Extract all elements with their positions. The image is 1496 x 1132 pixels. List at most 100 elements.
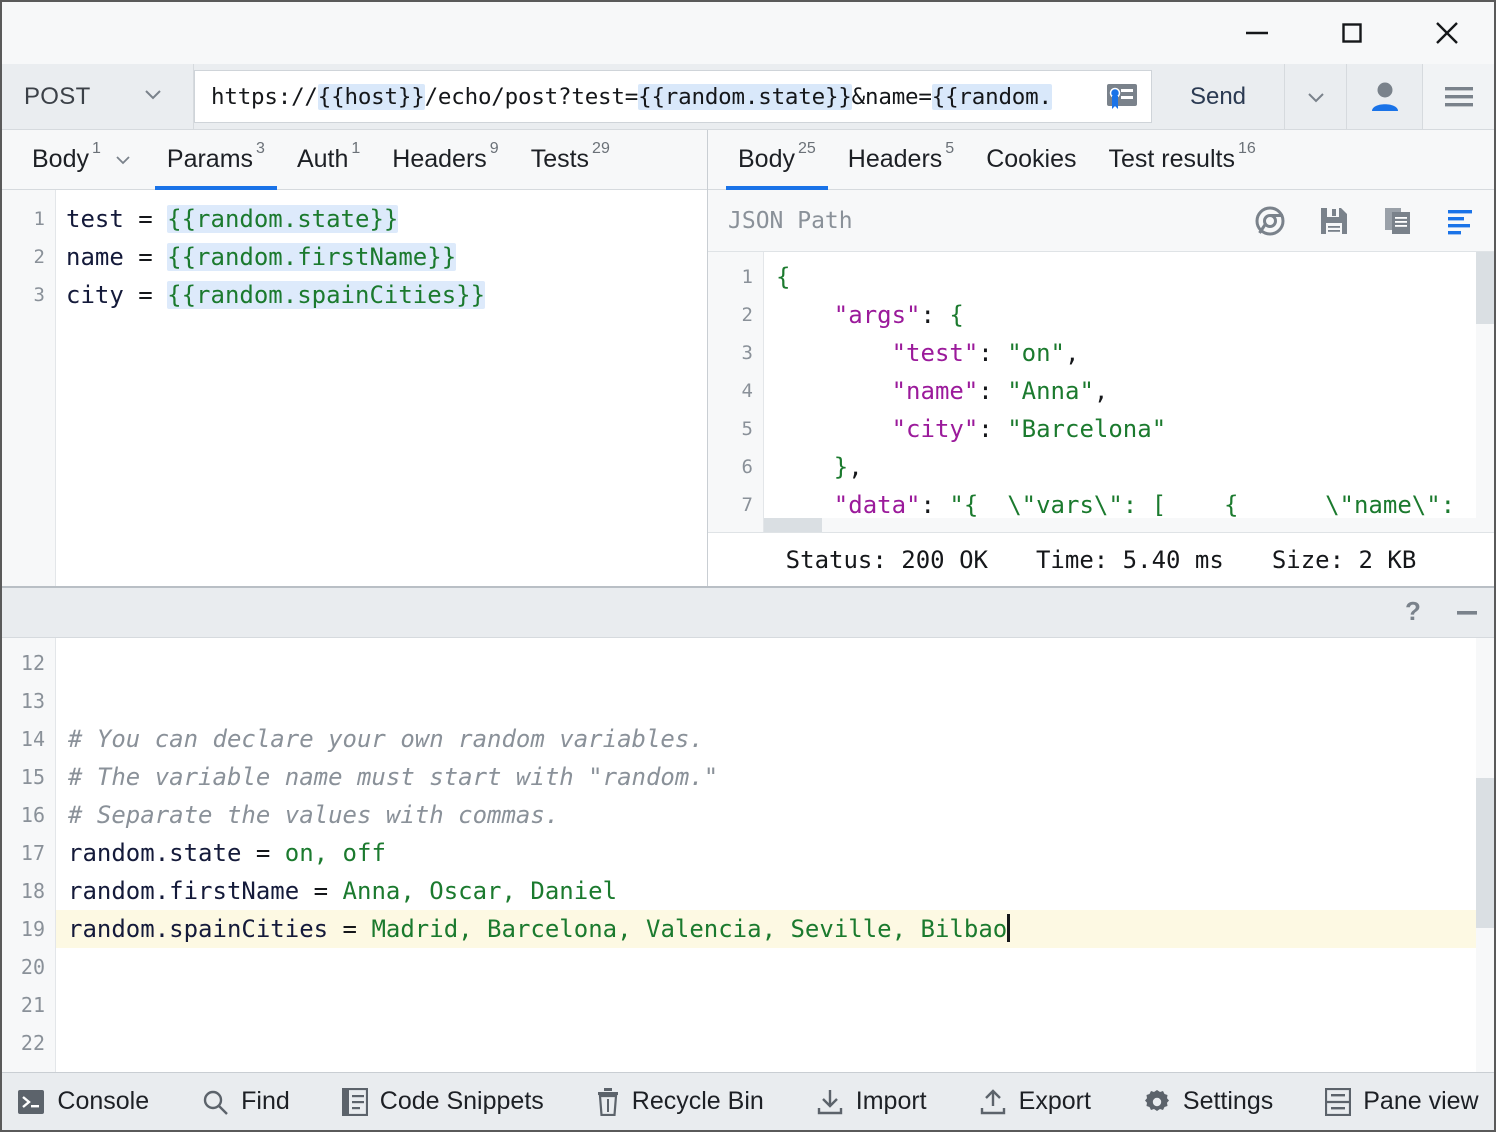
send-button[interactable]: Send [1152,64,1284,129]
params-line: test = {{random.state}} [66,200,707,238]
bottom-toolbar-import[interactable]: Import [790,1087,953,1116]
line-number: 17 [20,841,45,866]
console-line[interactable] [56,682,1494,720]
tab-label: Test results [1108,145,1235,173]
json-token: } [833,453,849,481]
save-icon[interactable] [1302,206,1366,236]
console-line[interactable]: random.state = on, off [56,834,1494,872]
console-line[interactable] [56,986,1494,1024]
help-icon[interactable]: ? [1386,598,1440,628]
bottom-toolbar-export[interactable]: Export [953,1087,1117,1116]
console-line[interactable] [56,1062,1494,1072]
bottom-toolbar-recycle-bin[interactable]: Recycle Bin [570,1087,790,1116]
window-minimize-button[interactable] [1209,2,1304,64]
url-input-box[interactable]: https://{{host}}/echo/post?test={{random… [194,70,1152,123]
url-variable-token: {{host}} [317,83,425,110]
pane-icon [1325,1087,1352,1116]
param-key: city [66,281,124,309]
search-icon [201,1088,229,1116]
export-icon [979,1088,1007,1116]
response-horizontal-scrollbar[interactable] [764,518,1476,533]
scrollbar-thumb[interactable] [1476,252,1494,324]
json-token: : [920,301,950,329]
line-number: 13 [20,689,45,714]
line-number: 3 [741,342,753,364]
json-token: "args" [833,301,921,329]
params-code[interactable]: test = {{random.state}} name = {{random.f… [56,190,707,586]
request-tab-headers[interactable]: Headers 9 [376,130,514,189]
line-number: 6 [741,456,753,478]
params-line-numbers: 1 2 3 [2,190,56,587]
param-equals: = [123,205,168,233]
request-tab-auth[interactable]: Auth 1 [281,130,376,189]
bottom-toolbar-console[interactable]: Console [0,1087,175,1116]
line-number: 4 [741,380,753,402]
tab-label: Body [738,145,795,173]
hamburger-menu-icon[interactable] [1422,64,1494,129]
bottom-toolbar-settings[interactable]: Settings [1117,1087,1299,1116]
chevron-down-icon[interactable] [111,148,135,172]
scrollbar-thumb[interactable] [1476,778,1494,929]
tab-count-badge: 5 [945,140,955,157]
send-options-dropdown[interactable] [1284,64,1346,129]
response-tab-cookies[interactable]: Cookies [970,130,1092,189]
param-template-value: {{random.spainCities}} [167,281,486,309]
console-line[interactable] [56,644,1494,682]
variable-values: Anna, Oscar, Daniel [342,877,618,906]
gear-icon [1143,1088,1171,1116]
response-tab-test-results[interactable]: Test results 16 [1093,130,1272,189]
response-tab-headers[interactable]: Headers 5 [832,130,970,189]
scrollbar-thumb[interactable] [764,518,822,533]
console-minimize-button[interactable] [1440,598,1494,628]
console-line[interactable] [56,1024,1494,1062]
json-token: "name" [891,377,979,405]
response-body-view[interactable]: 1 2 3 4 5 6 7 8 { "args": { "test": "on", "name… [708,252,1494,533]
console-line[interactable]: # You can declare your own random variab… [56,720,1494,758]
console-line[interactable] [56,948,1494,986]
bottom-toolbar-code-snippets[interactable]: Code Snippets [316,1087,570,1116]
json-path-input[interactable]: JSON Path [708,208,1238,234]
trash-icon [596,1087,620,1116]
param-key: test [66,205,124,233]
console-line[interactable]: random.firstName = Anna, Oscar, Daniel [56,872,1494,910]
url-input: https://{{host}}/echo/post?test={{random… [195,83,1093,110]
response-tab-body[interactable]: Body 25 [722,130,832,190]
http-method-selector[interactable]: POST [2,64,194,129]
variable-values: Madrid, Barcelona, Valencia, Seville, Bi… [371,915,1008,944]
json-token: : [978,339,1008,367]
console-vertical-scrollbar[interactable] [1476,638,1494,1072]
browser-icon[interactable] [1238,205,1302,237]
line-number: 1 [741,266,753,288]
console-line-numbers: 12 13 14 15 16 17 18 19 20 21 22 23 [2,638,56,1072]
tab-count-badge: 9 [489,140,499,157]
window-close-button[interactable] [1399,2,1494,64]
line-number: 18 [20,879,45,904]
user-account-button[interactable] [1346,64,1422,129]
window-maximize-button[interactable] [1304,2,1399,64]
request-tab-body[interactable]: Body 1 [16,130,151,189]
line-number: 12 [20,651,45,676]
response-body-code[interactable]: { "args": { "test": "on", "name": "Anna"… [764,252,1494,532]
title-bar [2,2,1494,64]
tab-label: Headers [847,145,943,173]
request-tab-bar: Body 1 Params 3 Auth 1 Headers 9 Tests 29 [2,130,707,190]
console-line[interactable]: random.spainCities = Madrid, Barcelona, … [56,910,1494,949]
copy-icon[interactable] [1366,206,1430,236]
response-vertical-scrollbar[interactable] [1476,252,1494,533]
tab-label: Params [166,145,254,173]
console-line[interactable]: # The variable name must start with "ran… [56,758,1494,796]
params-editor[interactable]: 123 test = {{random.state}} name = {{rand… [2,190,707,587]
bottom-toolbar-find[interactable]: Find [175,1087,316,1116]
console-editor[interactable]: 12 13 14 15 16 17 18 19 20 21 22 23 # You can decla… [2,638,1494,1072]
json-token: "test" [891,339,979,367]
tab-count-badge: 1 [91,140,101,157]
console-line[interactable]: # Separate the values with commas. [56,796,1494,834]
console-code[interactable]: # You can declare your own random variab… [56,638,1494,1072]
certificate-icon[interactable] [1093,82,1151,112]
request-tab-tests[interactable]: Tests 29 [515,130,626,189]
format-icon[interactable] [1430,207,1494,235]
send-button-group: Send [1152,64,1494,129]
code-comment: # Separate the values with commas. [68,801,560,830]
request-tab-params[interactable]: Params 3 [151,130,281,190]
bottom-toolbar-pane-view[interactable]: Pane view [1299,1087,1496,1116]
